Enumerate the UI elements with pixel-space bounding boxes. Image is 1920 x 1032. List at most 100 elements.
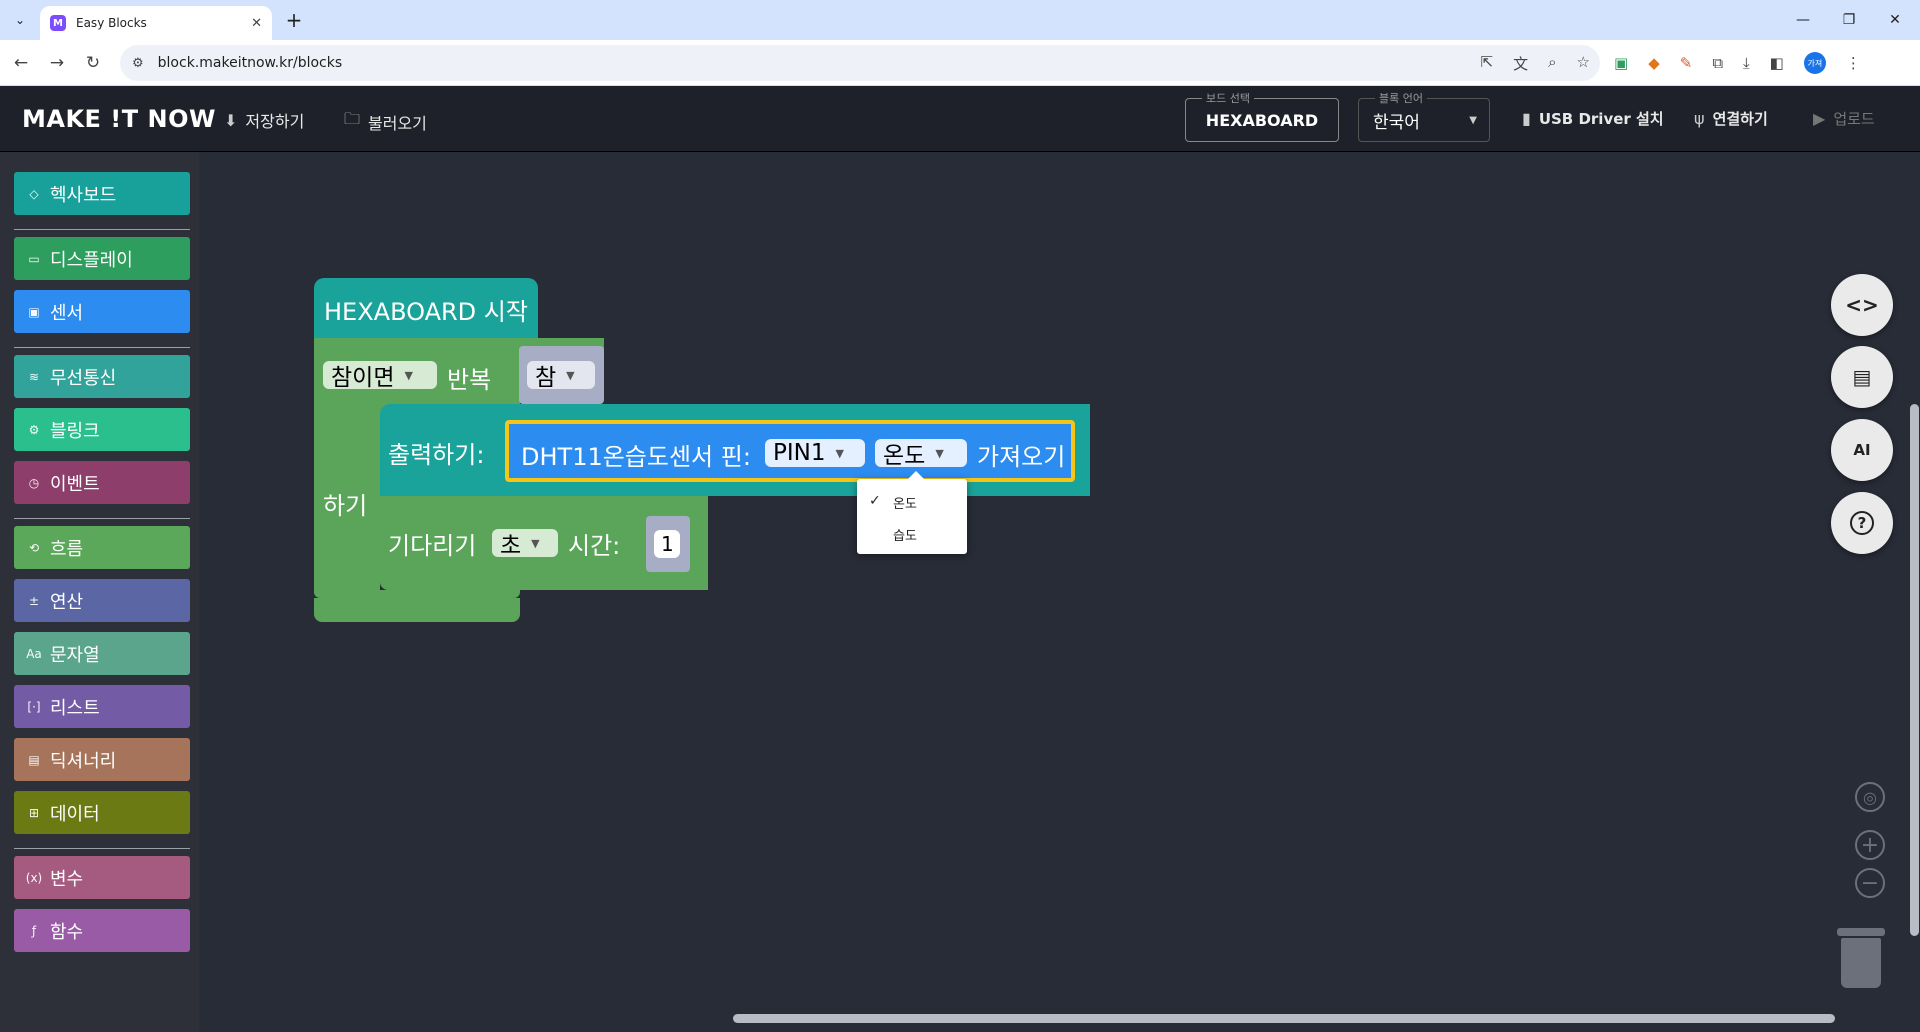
language-select[interactable]: 블록 언어 한국어 ▼ [1358, 90, 1490, 142]
category-blynk[interactable]: ⚙ 블링크 [14, 408, 190, 451]
check-icon: ✓ [869, 493, 881, 509]
monitor-icon: ▤ [1852, 365, 1872, 389]
category-display[interactable]: ▭ 디스플레이 [14, 237, 190, 280]
board-select[interactable]: 보드 선택 HEXABOARD [1185, 90, 1339, 142]
loop-icon: ⟲ [28, 540, 40, 555]
category-divider [14, 347, 190, 348]
serial-monitor-button[interactable]: ▤ [1831, 346, 1893, 408]
display-icon: ▭ [28, 251, 40, 266]
measure-dropdown[interactable]: 온도 ▼ [875, 439, 967, 469]
vertical-scrollbar[interactable] [1910, 404, 1919, 936]
category-hexaboard[interactable]: ◇ 헥사보드 [14, 172, 190, 215]
help-button[interactable]: ? [1831, 492, 1893, 554]
number-block[interactable]: 1 [646, 516, 690, 572]
address-bar[interactable]: ⚙ block.makeitnow.kr/blocks ⇱ 文 ⌕ ☆ [120, 45, 1600, 81]
menu-item-humidity[interactable]: 습도 [857, 519, 967, 549]
clock-icon: ◷ [28, 475, 40, 490]
trash-lid [1837, 928, 1885, 936]
site-info-icon[interactable]: ⚙ [132, 56, 144, 71]
back-icon[interactable]: ← [8, 50, 34, 76]
category-dictionary[interactable]: ▤ 딕셔너리 [14, 738, 190, 781]
zoom-icon[interactable]: ⌕ [1548, 53, 1556, 74]
browser-toolbar: ← → ↻ ⚙ block.makeitnow.kr/blocks ⇱ 文 ⌕ … [0, 40, 1920, 86]
tab-title: Easy Blocks [76, 16, 147, 30]
forward-icon[interactable]: → [44, 50, 70, 76]
category-wireless[interactable]: ≋ 무선통신 [14, 355, 190, 398]
browser-menu-icon[interactable]: ⋮ [1846, 54, 1861, 72]
bookmark-star-icon[interactable]: ☆ [1577, 53, 1590, 74]
logo[interactable]: MAKE !T NOW [22, 105, 216, 133]
dropdown-arrow-icon: ▼ [404, 368, 413, 382]
time-value-field[interactable]: 1 [654, 530, 680, 558]
zoom-in-icon[interactable]: + [1855, 830, 1885, 860]
language-select-value: 한국어 [1373, 112, 1420, 133]
zoom-out-icon[interactable]: − [1855, 868, 1885, 898]
condition-dropdown[interactable]: 참 ▼ [527, 361, 595, 391]
extension-green-icon[interactable]: ▣ [1614, 54, 1628, 72]
minimize-icon[interactable]: — [1780, 6, 1826, 34]
pencil-extension-icon[interactable]: ✎ [1680, 54, 1693, 72]
translate-icon[interactable]: 文 [1513, 53, 1528, 74]
category-divider [14, 518, 190, 519]
category-data[interactable]: ⊞ 데이터 [14, 791, 190, 834]
category-flow[interactable]: ⟲ 흐름 [14, 526, 190, 569]
repeat-block-footer [314, 598, 520, 622]
trash-icon[interactable] [1837, 928, 1885, 988]
start-block[interactable]: HEXABOARD 시작 [314, 278, 538, 338]
category-function[interactable]: ƒ 함수 [14, 909, 190, 952]
reload-icon[interactable]: ↻ [80, 50, 106, 76]
url-text[interactable]: block.makeitnow.kr/blocks [158, 55, 343, 71]
dht11-sensor-block[interactable]: DHT11온습도센서 핀: PIN1 ▼ 온도 ▼ 가져오기 [505, 420, 1075, 482]
dropdown-arrow-icon: ▼ [531, 536, 540, 550]
upload-button[interactable]: ▶ 업로드 [1813, 108, 1875, 129]
board-select-value: HEXABOARD [1205, 110, 1319, 130]
side-panel-icon[interactable]: ◧ [1770, 54, 1784, 72]
save-button[interactable]: ⬇ 저장하기 [224, 108, 304, 132]
download-icon[interactable]: ⤓ [1743, 54, 1750, 72]
browser-tab[interactable]: M Easy Blocks ✕ [40, 6, 272, 40]
ai-button[interactable]: AI [1831, 419, 1893, 481]
wait-unit-dropdown[interactable]: 초 ▼ [492, 529, 558, 559]
diamond-icon: ◇ [29, 186, 39, 201]
print-label: 출력하기: [388, 441, 485, 469]
category-text[interactable]: Aa 문자열 [14, 632, 190, 675]
usb-driver-button[interactable]: ▮ USB Driver 설치 [1522, 108, 1664, 129]
restore-icon[interactable]: ❐ [1826, 6, 1872, 34]
category-list[interactable]: [·] 리스트 [14, 685, 190, 728]
new-tab-icon[interactable]: + [282, 8, 306, 32]
connect-button[interactable]: ψ 연결하기 [1694, 108, 1768, 129]
recenter-icon[interactable]: ◎ [1855, 782, 1885, 812]
category-variable[interactable]: (x) 변수 [14, 856, 190, 899]
repeat-mode-dropdown[interactable]: 참이면 ▼ [323, 361, 437, 391]
variable-icon: (x) [25, 870, 43, 885]
browser-tab-strip: ⌄ M Easy Blocks ✕ + — ❐ ✕ [0, 0, 1920, 40]
get-label: 가져오기 [977, 443, 1066, 471]
dropdown-arrow-icon: ▼ [835, 446, 844, 460]
save-label: 저장하기 [245, 112, 305, 131]
menu-item-temperature[interactable]: ✓ 온도 [857, 487, 967, 517]
code-view-button[interactable]: <> [1831, 274, 1893, 336]
start-block-label: HEXABOARD 시작 [324, 298, 528, 326]
repeat-label: 반복 [447, 366, 492, 394]
category-math[interactable]: ± 연산 [14, 579, 190, 622]
window-close-icon[interactable]: ✕ [1872, 6, 1918, 34]
extensions-puzzle-icon[interactable]: ⧉ [1712, 54, 1723, 72]
load-button[interactable]: 🗀 불러오기 [344, 108, 427, 135]
play-circle-icon: ▶ [1813, 109, 1826, 128]
time-label: 시간: [568, 532, 621, 560]
tab-search-chevron-icon[interactable]: ⌄ [8, 8, 32, 32]
tab-close-icon[interactable]: ✕ [251, 16, 262, 31]
wait-block[interactable]: 기다리기 초 ▼ 시간: 1 [380, 496, 708, 590]
dropdown-arrow-icon: ▼ [566, 368, 575, 382]
profile-avatar[interactable]: 가져 [1803, 52, 1826, 74]
wifi-icon: ≋ [28, 369, 40, 384]
wait-label: 기다리기 [388, 532, 477, 560]
pin-dropdown[interactable]: PIN1 ▼ [765, 439, 865, 467]
horizontal-scrollbar[interactable] [733, 1014, 1835, 1023]
dropdown-arrow-icon: ▼ [935, 446, 944, 460]
open-in-app-icon[interactable]: ⇱ [1481, 53, 1494, 74]
category-sensor[interactable]: ▣ 센서 [14, 290, 190, 333]
code-icon: <> [1845, 293, 1879, 317]
category-event[interactable]: ◷ 이벤트 [14, 461, 190, 504]
metamask-icon[interactable]: ◆ [1648, 54, 1660, 72]
